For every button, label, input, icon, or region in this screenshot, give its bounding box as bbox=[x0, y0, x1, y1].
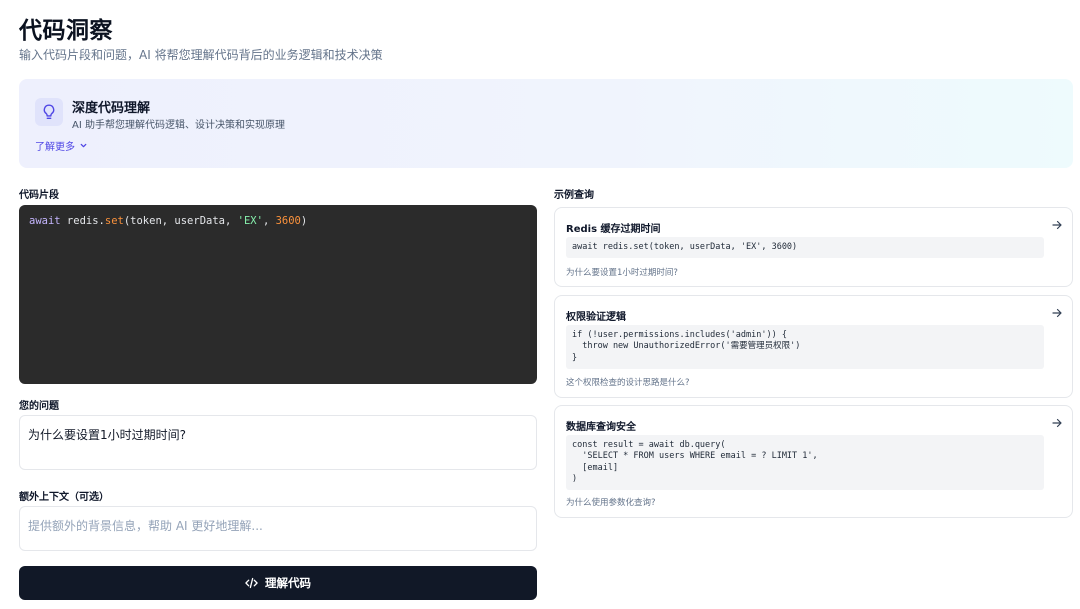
code-token-string: 'EX' bbox=[237, 215, 263, 227]
example-code: if (!user.permissions.includes('admin'))… bbox=[566, 325, 1044, 369]
understand-code-label: 理解代码 bbox=[265, 578, 311, 590]
code-label: 代码片段 bbox=[19, 190, 59, 201]
example-code: await redis.set(token, userData, 'EX', 3… bbox=[566, 237, 1044, 258]
arrow-right-icon bbox=[1052, 220, 1062, 230]
page-title: 代码洞察 bbox=[19, 18, 113, 44]
code-token-keyword: await bbox=[29, 215, 61, 227]
example-title: 数据库查询安全 bbox=[566, 422, 636, 433]
examples-label: 示例查询 bbox=[554, 190, 594, 201]
question-label: 您的问题 bbox=[19, 401, 59, 412]
learn-more-link[interactable]: 了解更多 bbox=[35, 138, 88, 153]
lightbulb-icon bbox=[35, 98, 63, 126]
banner-description: AI 助手帮您理解代码逻辑、设计决策和实现原理 bbox=[72, 120, 285, 131]
code-token-args: (token, userData, bbox=[123, 215, 238, 227]
code-token-method: set bbox=[104, 215, 124, 227]
learn-more-label: 了解更多 bbox=[35, 142, 75, 153]
code-token-close: ) bbox=[300, 215, 308, 227]
understand-code-button[interactable]: 理解代码 bbox=[19, 566, 537, 600]
example-code: const result = await db.query( 'SELECT *… bbox=[566, 435, 1044, 490]
example-card-db-query[interactable]: 数据库查询安全 const result = await db.query( '… bbox=[554, 405, 1073, 518]
code-icon bbox=[245, 577, 258, 589]
info-banner: 深度代码理解 AI 助手帮您理解代码逻辑、设计决策和实现原理 了解更多 bbox=[19, 79, 1073, 168]
example-card-redis[interactable]: Redis 缓存过期时间 await redis.set(token, user… bbox=[554, 207, 1073, 287]
example-title: Redis 缓存过期时间 bbox=[566, 224, 661, 235]
arrow-right-icon bbox=[1052, 418, 1062, 428]
code-token-number: 3600 bbox=[275, 215, 301, 227]
example-question: 为什么使用参数化查询? bbox=[566, 498, 656, 508]
question-input[interactable]: 为什么要设置1小时过期时间? bbox=[19, 415, 537, 470]
banner-title: 深度代码理解 bbox=[72, 101, 151, 116]
code-token-object: redis. bbox=[60, 215, 105, 227]
page-subtitle: 输入代码片段和问题，AI 将帮您理解代码背后的业务逻辑和技术决策 bbox=[19, 48, 383, 62]
code-token-separator: , bbox=[262, 215, 276, 227]
example-question: 为什么要设置1小时过期时间? bbox=[566, 268, 678, 278]
example-question: 这个权限检查的设计思路是什么? bbox=[566, 378, 690, 388]
chevron-down-icon bbox=[80, 143, 87, 148]
context-label: 额外上下文（可选） bbox=[19, 492, 109, 503]
context-input[interactable] bbox=[19, 506, 537, 551]
arrow-right-icon bbox=[1052, 308, 1062, 318]
example-card-permissions[interactable]: 权限验证逻辑 if (!user.permissions.includes('a… bbox=[554, 295, 1073, 398]
code-editor[interactable]: await redis.set(token, userData, 'EX', 3… bbox=[19, 205, 537, 384]
example-title: 权限验证逻辑 bbox=[566, 312, 626, 323]
